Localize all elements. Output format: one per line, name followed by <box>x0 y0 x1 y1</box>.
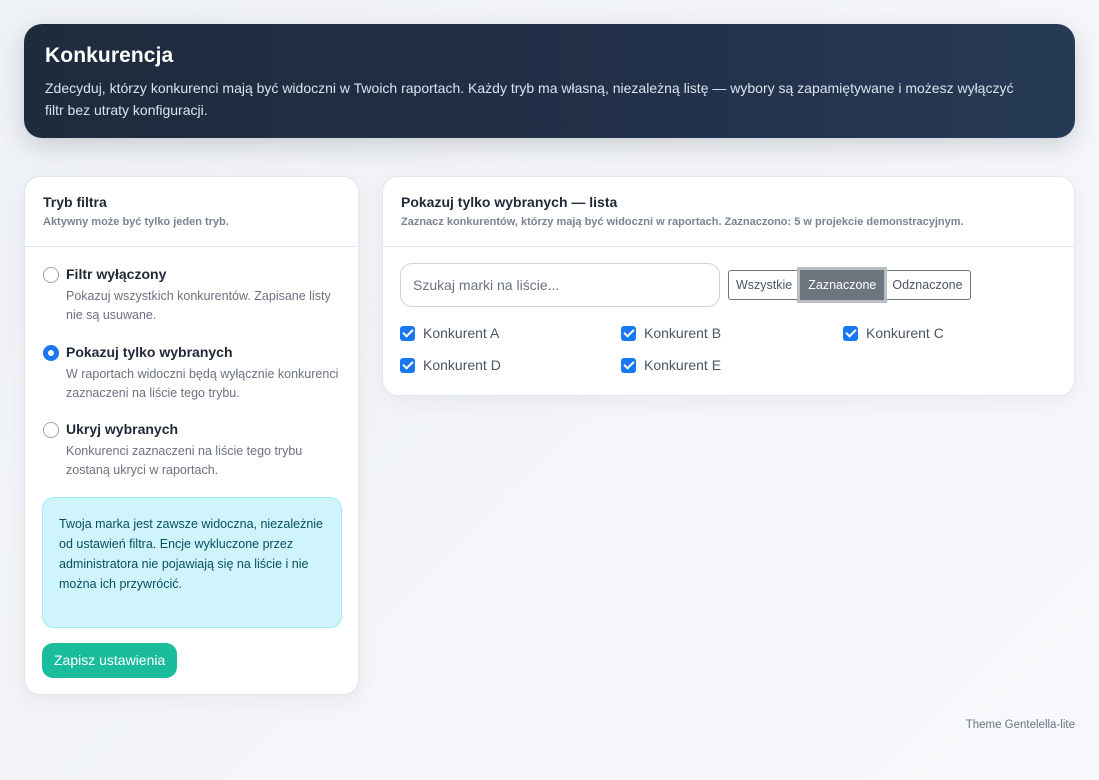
info-alert: Twoja marka jest zawsze widoczna, niezal… <box>42 497 342 628</box>
radio-button[interactable] <box>43 422 59 438</box>
radio-option-show-selected[interactable]: Pokazuj tylko wybranych W raportach wido… <box>43 344 343 403</box>
radio-description: Konkurenci zaznaczeni na liście tego try… <box>66 444 303 477</box>
competitor-label: Konkurent A <box>423 325 500 341</box>
filter-mode-card: Tryb filtra Aktywny może być tylko jeden… <box>24 176 359 695</box>
radio-label: Ukryj wybranych <box>66 421 179 437</box>
radio-button[interactable] <box>43 267 59 283</box>
filter-mode-header: Tryb filtra Aktywny może być tylko jeden… <box>25 177 358 247</box>
radio-option-hide-selected[interactable]: Ukryj wybranych Konkurenci zaznaczeni na… <box>43 421 343 480</box>
competitor-item[interactable]: Konkurent D <box>400 355 501 375</box>
save-settings-button[interactable]: Zapisz ustawienia <box>42 643 178 678</box>
competitor-item[interactable]: Konkurent E <box>621 355 721 375</box>
segment-checked[interactable]: Zaznaczone <box>800 270 885 300</box>
page-title: Konkurencja <box>45 44 174 67</box>
filter-mode-title: Tryb filtra <box>43 194 107 210</box>
competitor-item[interactable]: Konkurent C <box>843 323 944 343</box>
radio-description: Pokazuj wszystkich konkurentów. Zapisane… <box>66 289 331 322</box>
radio-label: Filtr wyłączony <box>66 266 167 282</box>
competitor-item[interactable]: Konkurent A <box>400 323 499 343</box>
checkbox-checked-icon[interactable] <box>621 357 636 373</box>
checkbox-checked-icon[interactable] <box>843 325 858 341</box>
page-description: Zdecyduj, którzy konkurenci mają być wid… <box>45 80 1014 118</box>
radio-option-filter-off[interactable]: Filtr wyłączony Pokazuj wszystkich konku… <box>43 266 343 325</box>
segment-unchecked[interactable]: Odznaczone <box>884 270 971 300</box>
competitor-label: Konkurent D <box>423 357 501 373</box>
radio-button-selected[interactable] <box>43 345 59 361</box>
footer-credit: Theme Gentelella-lite <box>965 719 1075 731</box>
competitor-list-subtitle: Zaznacz konkurentów, którzy mają być wid… <box>401 216 964 228</box>
radio-description: W raportach widoczni będą wyłącznie konk… <box>66 367 339 400</box>
filter-mode-subtitle: Aktywny może być tylko jeden tryb. <box>43 216 229 228</box>
competitor-list-card: Pokazuj tylko wybranych — lista Zaznacz … <box>382 176 1075 396</box>
competitor-item[interactable]: Konkurent B <box>621 323 721 343</box>
list-filter-segmented-control: Wszystkie Zaznaczone Odznaczone <box>728 270 971 300</box>
page-header: Konkurencja Zdecyduj, którzy konkurenci … <box>24 24 1075 138</box>
competitor-label: Konkurent C <box>866 325 944 341</box>
competitor-list-title: Pokazuj tylko wybranych — lista <box>401 194 618 210</box>
competitor-label: Konkurent B <box>644 325 722 341</box>
checkbox-checked-icon[interactable] <box>400 357 415 373</box>
checkbox-checked-icon[interactable] <box>621 325 636 341</box>
brand-search-input[interactable] <box>400 263 720 307</box>
competitor-list-header: Pokazuj tylko wybranych — lista Zaznacz … <box>383 177 1074 247</box>
competitor-label: Konkurent E <box>644 357 722 373</box>
segment-all[interactable]: Wszystkie <box>728 270 801 300</box>
radio-label: Pokazuj tylko wybranych <box>66 344 233 360</box>
checkbox-checked-icon[interactable] <box>400 325 415 341</box>
